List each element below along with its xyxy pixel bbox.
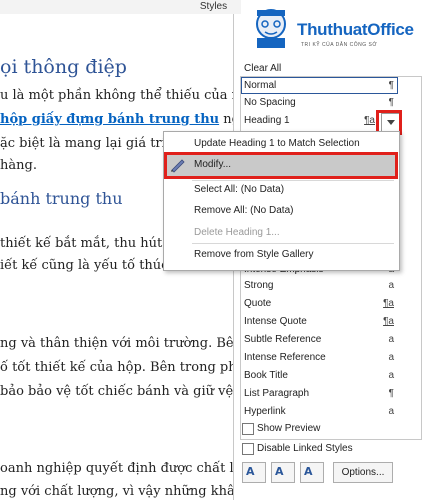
- clear-all-label: Clear All: [244, 63, 282, 74]
- character-style-icon: a: [388, 406, 394, 417]
- style-strong[interactable]: Strong a: [242, 278, 394, 294]
- disable-linked-styles-checkbox[interactable]: [242, 443, 254, 455]
- show-preview-label: Show Preview: [257, 423, 321, 434]
- paragraph-style-icon: ¶: [388, 388, 394, 399]
- brand-tagline: TRI KỸ CỦA DÂN CÔNG SỞ: [301, 42, 378, 48]
- style-heading-1[interactable]: Heading 1 ¶a: [242, 113, 375, 129]
- style-name: Intense Reference: [244, 352, 326, 363]
- character-style-icon: a: [388, 370, 394, 381]
- character-style-icon: a: [388, 280, 394, 291]
- doc-line: ặc biệt là mang lại giá trị tin: [0, 136, 188, 151]
- disable-linked-styles-label: Disable Linked Styles: [257, 443, 353, 454]
- doc-heading-2: bánh trung thu: [0, 189, 123, 208]
- style-name: Quote: [244, 298, 272, 309]
- paragraph-style-icon: ¶: [388, 97, 394, 108]
- new-style-icon: A: [246, 465, 255, 478]
- style-name: Hyperlink: [244, 406, 286, 417]
- show-preview-checkbox[interactable]: [242, 423, 254, 435]
- style-hyperlink[interactable]: Hyperlink a: [242, 404, 394, 420]
- style-intense-quote[interactable]: Intense Quote ¶a: [242, 314, 394, 330]
- doc-line: ố tốt thiết kế của hộp. Bên trong phả: [0, 360, 240, 375]
- linked-style-icon: ¶a: [383, 316, 394, 327]
- style-name: List Paragraph: [244, 388, 310, 399]
- doc-hyperlink[interactable]: hộp giấy đựng bánh trung thu: [0, 112, 219, 127]
- style-name: Heading 1: [244, 115, 290, 126]
- style-name: No Spacing: [244, 97, 296, 108]
- doc-line-link: hộp giấy đựng bánh trung thu ngày c: [0, 112, 240, 127]
- doc-line: oanh nghiệp quyết định được chất lư: [0, 461, 240, 476]
- menu-separator: [192, 180, 394, 181]
- style-intense-reference[interactable]: Intense Reference a: [242, 350, 394, 366]
- brand-name: ThuthuatOffice: [297, 20, 414, 39]
- doc-line: hàng.: [0, 158, 37, 173]
- style-book-title[interactable]: Book Title a: [242, 368, 394, 384]
- doc-heading-1: ọi thông điệp: [0, 56, 127, 78]
- manage-styles-button[interactable]: A: [300, 462, 324, 483]
- style-name: Subtle Reference: [244, 334, 322, 345]
- menu-item-delete-heading: Delete Heading 1...: [194, 227, 280, 238]
- character-style-icon: a: [388, 334, 394, 345]
- character-style-icon: a: [388, 352, 394, 363]
- style-no-spacing[interactable]: No Spacing ¶: [242, 95, 394, 111]
- style-quote[interactable]: Quote ¶a: [242, 296, 394, 312]
- menu-item-select-all[interactable]: Select All: (No Data): [194, 184, 284, 195]
- clear-all[interactable]: Clear All: [242, 61, 394, 77]
- brand-logo: ThuthuatOffice TRI KỸ CỦA DÂN CÔNG SỞ: [241, 0, 427, 52]
- style-inspector-button[interactable]: A: [271, 462, 295, 483]
- style-name: Book Title: [244, 370, 288, 381]
- style-subtle-reference[interactable]: Subtle Reference a: [242, 332, 394, 348]
- linked-style-icon: ¶a: [383, 298, 394, 309]
- paragraph-style-icon: ¶: [388, 80, 394, 91]
- new-style-button[interactable]: A: [242, 462, 266, 483]
- doc-line: ng và thân thiện với môi trường. Bên: [0, 336, 240, 351]
- style-name: Normal: [244, 80, 277, 91]
- style-list-paragraph[interactable]: List Paragraph ¶: [242, 386, 394, 402]
- style-name: Strong: [244, 280, 274, 291]
- doc-line: u là một phần không thể thiếu của n: [0, 88, 240, 103]
- menu-item-remove-from-gallery[interactable]: Remove from Style Gallery: [194, 249, 313, 260]
- mascot-logo-icon: [256, 9, 286, 48]
- menu-item-remove-all[interactable]: Remove All: (No Data): [194, 205, 293, 216]
- style-inspector-icon: A: [275, 465, 284, 478]
- style-normal[interactable]: Normal ¶: [241, 77, 398, 94]
- doc-line: ng với chất lượng, vì vậy những khâu: [0, 484, 240, 499]
- menu-separator: [192, 243, 394, 244]
- linked-style-icon: ¶a: [364, 115, 375, 126]
- menu-item-update-heading[interactable]: Update Heading 1 to Match Selection: [194, 138, 360, 149]
- manage-styles-icon: A: [304, 465, 313, 478]
- annotation-highlight-box: [164, 152, 398, 179]
- doc-line: iết kế cũng là yếu tố thúc đẩ: [0, 258, 189, 273]
- options-button[interactable]: Options...: [333, 462, 393, 483]
- doc-line: thiết kế bắt mắt, thu hút sự: [0, 236, 182, 251]
- style-name: Intense Quote: [244, 316, 307, 327]
- doc-line: bảo bảo vệ tốt chiếc bánh và giữ vệ: [0, 384, 234, 399]
